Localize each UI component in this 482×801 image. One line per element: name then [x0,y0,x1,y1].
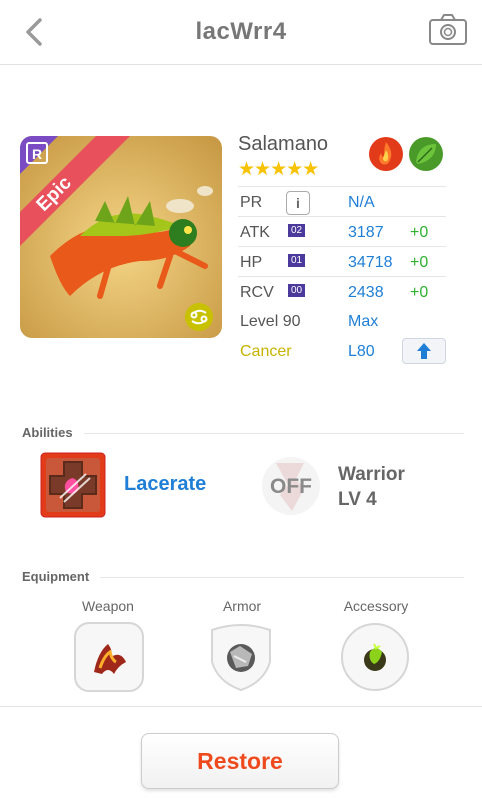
star-rating: ★★★★★ [238,159,319,180]
stat-value: N/A [348,194,375,211]
fire-icon [369,137,403,171]
stat-bonus: +0 [410,254,429,271]
monster-name: Salamano [238,133,329,155]
armor-icon [227,644,255,672]
stat-row-hp: HP 01 34718 +0 [238,246,446,277]
restore-button[interactable]: Restore [141,733,339,789]
stat-row-level: Level 90 Max [238,306,446,336]
stat-row-atk: ATK 02 3187 +0 [238,216,446,247]
armor-label: Armor [222,598,262,614]
stat-value: 3187 [348,224,384,241]
monster-portrait[interactable]: Epic R [20,136,222,338]
stat-label: HP [240,254,263,271]
rank-badge-icon: R [26,142,48,164]
stat-plus-badge: 00 [288,284,306,297]
leaf-icon [409,137,443,171]
page-title: lacWrr4 [195,18,287,45]
equipment-section-title: Equipment [22,569,90,584]
stat-plus-badge: 02 [288,224,306,237]
secondary-ability-name: Warrior LV 4 [338,462,405,512]
accessory-slot[interactable] [340,622,410,692]
stat-plus-badge: 01 [288,254,306,267]
stat-row-rcv: RCV 00 2438 +0 [238,276,446,307]
weapon-label: Weapon [82,598,134,614]
header-bar: lacWrr4 [0,0,482,65]
secondary-ability-off[interactable]: OFF [258,455,324,517]
camera-icon[interactable] [428,12,468,48]
stat-bonus: +0 [410,284,429,301]
ability-off-label: OFF [270,475,312,498]
stat-label: RCV [240,284,274,301]
svg-text:R: R [32,146,42,162]
zodiac-level-value: L80 [348,343,375,360]
abilities-section-title: Abilities [22,425,73,440]
secondary-ability-title: Warrior [338,464,405,485]
info-icon[interactable]: i [286,191,310,215]
stat-row-sign: Cancer L80 [238,336,446,366]
warrior-ability-icon: OFF [262,457,320,515]
armor-slot[interactable] [206,622,276,692]
cancer-zodiac-icon [185,303,213,331]
primary-ability-name[interactable]: Lacerate [124,473,206,496]
level-label: Level 90 [240,313,301,330]
stat-label: PR [240,194,263,211]
abilities-divider [84,433,464,434]
up-arrow-icon [417,343,431,359]
equipment-divider [100,577,464,578]
level-value: Max [348,313,379,330]
lacerate-ability-icon[interactable] [40,452,106,518]
stat-row-pr: PR i N/A [238,186,446,217]
stat-value: 34718 [348,254,393,271]
zodiac-label: Cancer [240,343,292,360]
secondary-ability-level: LV 4 [338,489,377,510]
weapon-slot[interactable] [74,622,144,692]
level-up-button[interactable] [402,338,446,364]
stat-bonus: +0 [410,224,429,241]
stat-value: 2438 [348,284,384,301]
accessory-label: Accessory [343,598,409,614]
stat-label: ATK [240,224,270,241]
